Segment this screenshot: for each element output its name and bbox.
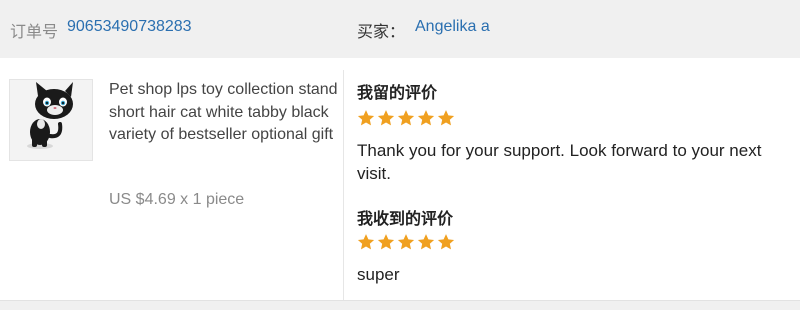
received-review-title: 我收到的评价: [357, 211, 454, 228]
star-icon: [437, 234, 455, 250]
column-divider: [343, 70, 344, 300]
star-icon: [397, 110, 415, 126]
received-review-stars: [357, 233, 455, 251]
star-icon: [417, 234, 435, 250]
star-icon: [357, 234, 375, 250]
star-icon: [357, 110, 375, 126]
product-price: US $4.69 x 1 piece: [109, 191, 245, 208]
my-review-title: 我留的评价: [357, 85, 438, 102]
black-cat-toy-icon: [10, 80, 92, 160]
star-icon: [437, 110, 455, 126]
order-header: 订单号 90653490738283 买家： Angelika a: [0, 0, 800, 59]
order-number-link[interactable]: 90653490738283: [67, 18, 192, 36]
star-icon: [417, 110, 435, 126]
product-thumbnail[interactable]: [9, 79, 93, 161]
my-review-text: Thank you for your support. Look forward…: [357, 141, 762, 183]
star-icon: [397, 234, 415, 250]
star-icon: [377, 234, 395, 250]
received-review-text: super: [357, 265, 400, 284]
order-number-label: 订单号: [10, 24, 59, 41]
star-icon: [377, 110, 395, 126]
buyer-label: 买家：: [357, 24, 406, 41]
buyer-name-link[interactable]: Angelika a: [415, 18, 490, 36]
my-review-stars: [357, 109, 455, 127]
product-title-link[interactable]: Pet shop lps toy collection stand short …: [109, 79, 339, 147]
